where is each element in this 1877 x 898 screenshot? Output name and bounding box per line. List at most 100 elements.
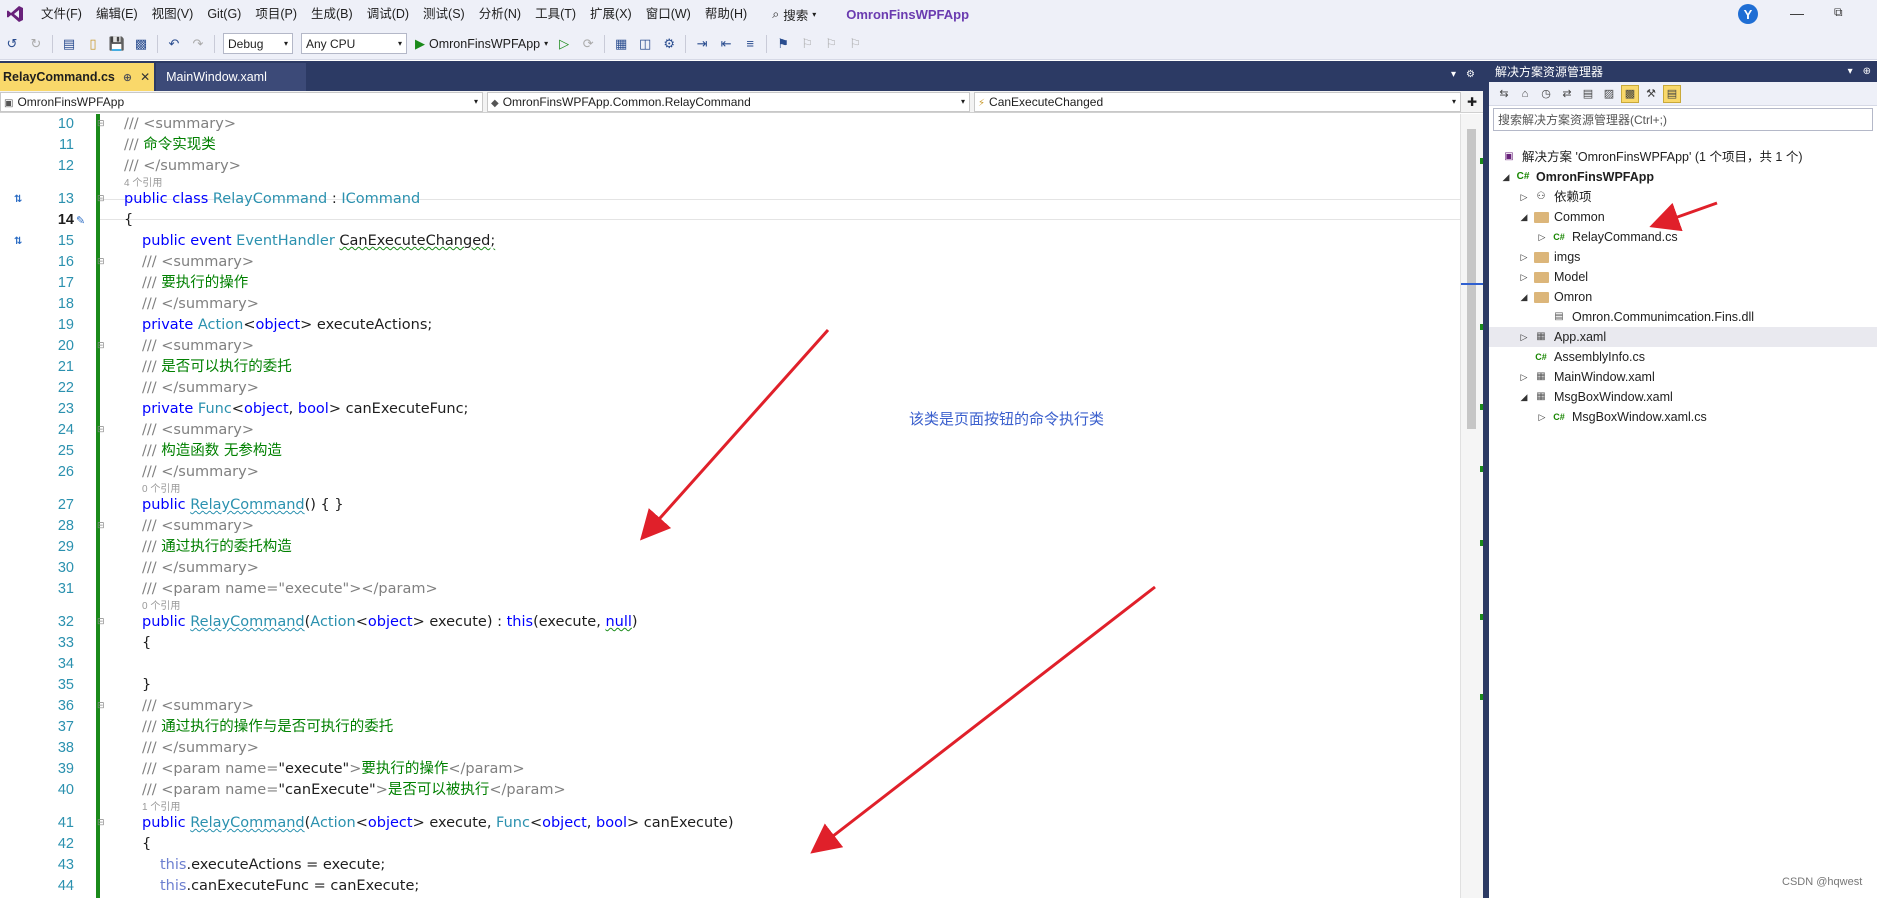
tree-folder-common[interactable]: ◢ Common [1489, 207, 1877, 227]
properties-icon[interactable]: ⚒ [1642, 85, 1660, 103]
bookmark-icon[interactable]: ⚑ [773, 34, 793, 54]
next-bookmark-icon[interactable]: ⚐ [821, 34, 841, 54]
collapsed-icon[interactable]: ▷ [1519, 187, 1529, 207]
history-icon[interactable]: ◷ [1537, 85, 1555, 103]
minimize-icon[interactable]: — [1790, 5, 1804, 21]
search-button[interactable]: ⌕ 搜索 ▾ [766, 5, 822, 24]
undo-icon[interactable]: ↶ [164, 34, 184, 54]
implementation-marker-icon[interactable]: ⇅ [14, 231, 22, 252]
open-folder-icon[interactable]: ▯ [83, 34, 103, 54]
back-icon[interactable]: ↺ [2, 34, 22, 54]
split-icon[interactable]: ✚ [1467, 95, 1477, 109]
menu-view[interactable]: 视图(V) [145, 0, 201, 28]
expanded-icon[interactable]: ◢ [1519, 387, 1529, 407]
collapsed-icon[interactable]: ▷ [1537, 407, 1547, 427]
new-project-icon[interactable]: ▤ [59, 34, 79, 54]
menu-debug[interactable]: 调试(D) [360, 0, 416, 28]
platform-select[interactable]: Any CPU ▾ [301, 33, 407, 54]
account-avatar[interactable]: Y [1738, 4, 1758, 24]
hot-reload-icon[interactable]: ⟳ [578, 34, 598, 54]
save-icon[interactable]: 💾 [107, 34, 127, 54]
collapsed-icon[interactable]: ▷ [1519, 267, 1529, 287]
expanded-icon[interactable]: ◢ [1501, 167, 1511, 187]
redo-icon[interactable]: ↷ [188, 34, 208, 54]
tree-folder-model[interactable]: ▷ Model [1489, 267, 1877, 287]
implementation-marker-icon[interactable]: ⇅ [14, 189, 22, 210]
format-icon[interactable]: ≡ [740, 34, 760, 54]
restore-icon[interactable]: ⧉ [1834, 5, 1843, 20]
tree-file-relaycommand[interactable]: ▷ C# RelayCommand.cs [1489, 227, 1877, 247]
menu-edit[interactable]: 编辑(E) [89, 0, 145, 28]
browser-link-icon[interactable]: ▦ [611, 34, 631, 54]
menu-file[interactable]: 文件(F) [34, 0, 89, 28]
fold-icon[interactable]: ⊟ [97, 420, 105, 441]
fold-icon[interactable]: ⊟ [97, 612, 105, 633]
fold-icon[interactable]: ⊟ [97, 813, 105, 834]
visual-studio-logo-icon[interactable] [4, 4, 26, 24]
tree-folder-omron[interactable]: ◢ Omron [1489, 287, 1877, 307]
fold-icon[interactable]: ⊟ [97, 189, 105, 210]
menu-test[interactable]: 测试(S) [416, 0, 472, 28]
code-editor[interactable]: 10 ⊟/// <summary> 11/// 命令实现类 12/// </sum… [0, 114, 1460, 898]
tab-relaycommand[interactable]: RelayCommand.cs ⊕ ✕ [0, 63, 155, 91]
forward-icon[interactable]: ↻ [26, 34, 46, 54]
pin-icon[interactable]: ⊕ [1863, 66, 1871, 77]
fold-icon[interactable]: ⊟ [97, 696, 105, 717]
type-dropdown[interactable]: ◆ OmronFinsWPFApp.Common.RelayCommand ▾ [487, 91, 970, 112]
tree-folder-imgs[interactable]: ▷ imgs [1489, 247, 1877, 267]
collapse-all-icon[interactable]: ▤ [1579, 85, 1597, 103]
sync-icon[interactable]: ⇆ [1495, 85, 1513, 103]
menu-tools[interactable]: 工具(T) [528, 0, 583, 28]
menu-analyze[interactable]: 分析(N) [472, 0, 528, 28]
home-icon[interactable]: ⌂ [1516, 85, 1534, 103]
expanded-icon[interactable]: ◢ [1519, 287, 1529, 307]
scrollbar-thumb[interactable] [1467, 129, 1476, 429]
start-without-debugging-icon[interactable]: ▷ [554, 34, 574, 54]
expanded-icon[interactable]: ◢ [1519, 207, 1529, 227]
configuration-select[interactable]: Debug ▾ [223, 33, 293, 54]
menu-git[interactable]: Git(G) [200, 0, 248, 28]
tree-file-dll[interactable]: ▤ Omron.Communimcation.Fins.dll [1489, 307, 1877, 327]
tree-file-assemblyinfo[interactable]: C# AssemblyInfo.cs [1489, 347, 1877, 367]
tree-file-mainwindow[interactable]: ▷ ▦ MainWindow.xaml [1489, 367, 1877, 387]
menu-help[interactable]: 帮助(H) [698, 0, 754, 28]
tree-file-msgboxwindow[interactable]: ◢ ▦ MsgBoxWindow.xaml [1489, 387, 1877, 407]
project-dropdown[interactable]: ▣ OmronFinsWPFApp ▾ [0, 91, 483, 112]
tree-file-msgboxwindow-cs[interactable]: ▷ C# MsgBoxWindow.xaml.cs [1489, 407, 1877, 427]
gear-icon[interactable]: ⚙ [1466, 69, 1475, 80]
collapsed-icon[interactable]: ▷ [1537, 227, 1547, 247]
pin-icon[interactable]: ⊕ [123, 71, 132, 84]
quick-edit-icon[interactable]: ✎ [76, 210, 85, 231]
tree-project[interactable]: ◢ C# OmronFinsWPFApp [1489, 167, 1877, 187]
start-debugging-button[interactable]: ▶ OmronFinsWPFApp ▾ [415, 36, 548, 52]
step-icon[interactable]: ⇥ [692, 34, 712, 54]
fold-icon[interactable]: ⊟ [97, 516, 105, 537]
save-all-icon[interactable]: ▩ [131, 34, 151, 54]
menu-build[interactable]: 生成(B) [304, 0, 360, 28]
vertical-scrollbar[interactable] [1460, 114, 1484, 898]
filter-icon[interactable]: ⚙ [659, 34, 679, 54]
fold-icon[interactable]: ⊟ [97, 252, 105, 273]
tab-mainwindow[interactable]: MainWindow.xaml [156, 63, 307, 91]
fold-icon[interactable]: ⊟ [97, 336, 105, 357]
indent-icon[interactable]: ⇤ [716, 34, 736, 54]
filter-icon[interactable]: ▩ [1621, 84, 1639, 103]
chevron-down-icon[interactable]: ▾ [1848, 66, 1853, 77]
clear-bookmark-icon[interactable]: ⚐ [845, 34, 865, 54]
layout-icon[interactable]: ◫ [635, 34, 655, 54]
prev-bookmark-icon[interactable]: ⚐ [797, 34, 817, 54]
solution-search-input[interactable]: 搜索解决方案资源管理器(Ctrl+;) [1493, 108, 1873, 131]
tree-dependencies[interactable]: ▷ ⚇ 依赖项 [1489, 187, 1877, 207]
chevron-down-icon[interactable]: ▾ [1451, 69, 1456, 80]
collapsed-icon[interactable]: ▷ [1519, 367, 1529, 387]
collapsed-icon[interactable]: ▷ [1519, 247, 1529, 267]
show-all-files-icon[interactable]: ▨ [1600, 85, 1618, 103]
menu-window[interactable]: 窗口(W) [639, 0, 698, 28]
switch-views-icon[interactable]: ⇄ [1558, 85, 1576, 103]
member-dropdown[interactable]: ⚡ CanExecuteChanged ▾ [974, 91, 1461, 112]
menu-project[interactable]: 项目(P) [248, 0, 304, 28]
fold-icon[interactable]: ⊟ [97, 114, 105, 135]
close-icon[interactable]: ✕ [140, 70, 150, 84]
collapsed-icon[interactable]: ▷ [1519, 327, 1529, 347]
tree-solution[interactable]: ▣ 解决方案 'OmronFinsWPFApp' (1 个项目，共 1 个) [1489, 147, 1877, 167]
